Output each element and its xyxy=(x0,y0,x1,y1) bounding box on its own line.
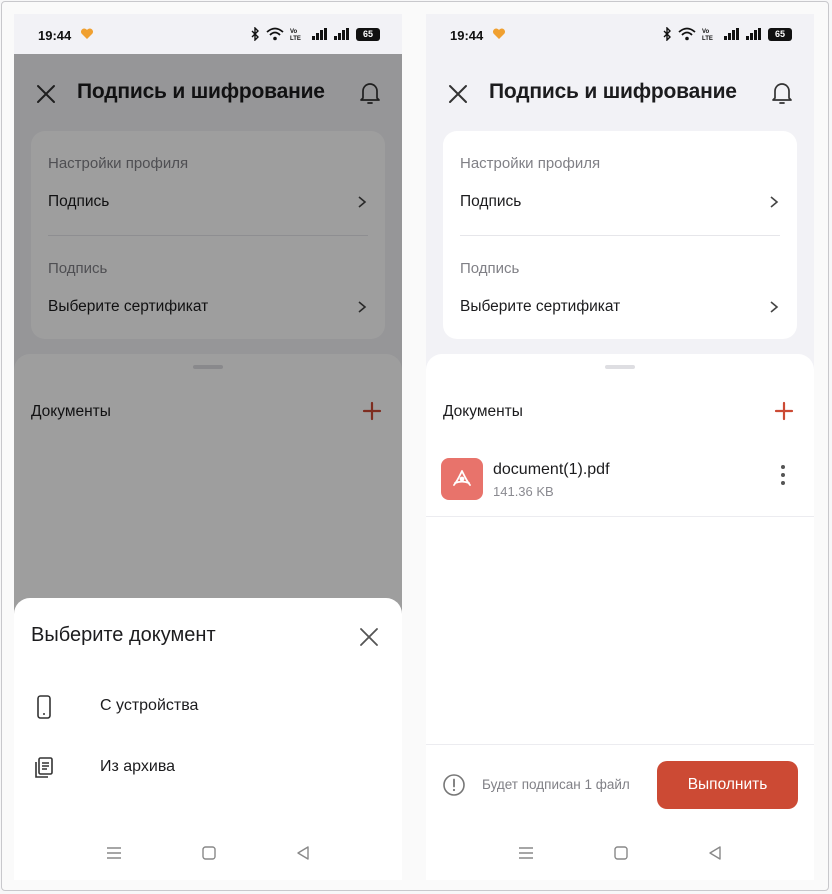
home-icon[interactable] xyxy=(202,846,216,860)
wifi-icon xyxy=(266,27,284,41)
status-icons: Vo LTE 65 xyxy=(250,26,380,42)
volte-icon: VoLTE xyxy=(702,29,713,41)
signal-icon-2 xyxy=(746,28,761,40)
option-from-device[interactable]: С устройства xyxy=(14,682,402,732)
back-icon[interactable] xyxy=(708,846,722,860)
sign-hint: Будет подписан 1 файл xyxy=(482,777,630,792)
documents-title: Документы xyxy=(443,403,523,420)
signal-icon xyxy=(724,28,739,40)
signature-caption: Подпись xyxy=(460,260,520,277)
option-label: С устройства xyxy=(100,697,199,714)
archive-icon xyxy=(35,757,53,778)
system-nav-bar xyxy=(14,828,402,880)
chevron-right-icon[interactable] xyxy=(769,195,779,209)
bell-icon[interactable] xyxy=(770,80,794,106)
heart-icon xyxy=(492,28,506,39)
bluetooth-icon xyxy=(251,27,259,41)
battery-indicator: 65 xyxy=(768,27,792,41)
heart-icon xyxy=(80,28,94,39)
wifi-icon xyxy=(678,27,696,41)
phone-screen-left: 19:44 Vo LTE 65 Подпись и шифрование Наст… xyxy=(14,14,402,880)
svg-text:Vo: Vo xyxy=(290,29,298,35)
signature-row[interactable]: Подпись xyxy=(460,193,521,211)
document-name: document(1).pdf xyxy=(493,461,610,478)
profile-settings-caption: Настройки профиля xyxy=(460,155,601,172)
divider xyxy=(460,235,780,236)
home-icon[interactable] xyxy=(614,846,628,860)
svg-text:LTE: LTE xyxy=(702,36,713,41)
bottom-action-bar: Будет подписан 1 файл Выполнить xyxy=(426,744,814,829)
close-icon[interactable] xyxy=(358,626,380,648)
battery-indicator: 65 xyxy=(356,27,380,41)
certificate-row[interactable]: Выберите сертификат xyxy=(460,298,620,316)
plus-icon[interactable] xyxy=(774,401,794,421)
option-label: Из архива xyxy=(100,758,176,775)
signal-icon-2 xyxy=(334,28,349,40)
document-size: 141.36 KB xyxy=(493,484,554,499)
phone-icon xyxy=(37,695,51,719)
status-bar: 19:44 Vo LTE 65 xyxy=(14,14,402,54)
back-icon[interactable] xyxy=(296,846,310,860)
pdf-file-icon xyxy=(441,458,483,500)
info-icon xyxy=(443,774,465,796)
document-list-item[interactable]: document(1).pdf 141.36 KB xyxy=(426,450,814,517)
status-time: 19:44 xyxy=(38,28,72,43)
modal-title: Выберите документ xyxy=(31,624,216,646)
close-icon[interactable] xyxy=(446,82,470,106)
phone-screen-right: 19:44 Vo LTE 65 Подпись и шифрование Наст… xyxy=(426,14,814,880)
menu-icon[interactable] xyxy=(518,846,534,860)
option-from-archive[interactable]: Из архива xyxy=(14,743,402,793)
status-icons: Vo LTE 65 xyxy=(662,26,792,42)
chevron-right-icon[interactable] xyxy=(769,300,779,314)
svg-text:Vo: Vo xyxy=(702,29,710,35)
system-nav-bar xyxy=(426,828,814,880)
app-bar: Подпись и шифрование xyxy=(426,54,814,132)
menu-icon[interactable] xyxy=(106,846,122,860)
settings-card: Настройки профиля Подпись Подпись Выбери… xyxy=(443,131,797,339)
volte-icon: VoLTE xyxy=(290,29,301,41)
more-vertical-icon[interactable] xyxy=(780,464,786,486)
status-bar: 19:44 Vo LTE 65 xyxy=(426,14,814,54)
status-time: 19:44 xyxy=(450,28,484,43)
drag-handle[interactable] xyxy=(605,365,635,369)
signal-icon xyxy=(312,28,327,40)
svg-text:LTE: LTE xyxy=(290,36,301,41)
execute-button[interactable]: Выполнить xyxy=(657,761,798,809)
bluetooth-icon xyxy=(663,27,671,41)
page-title: Подпись и шифрование xyxy=(489,80,737,103)
